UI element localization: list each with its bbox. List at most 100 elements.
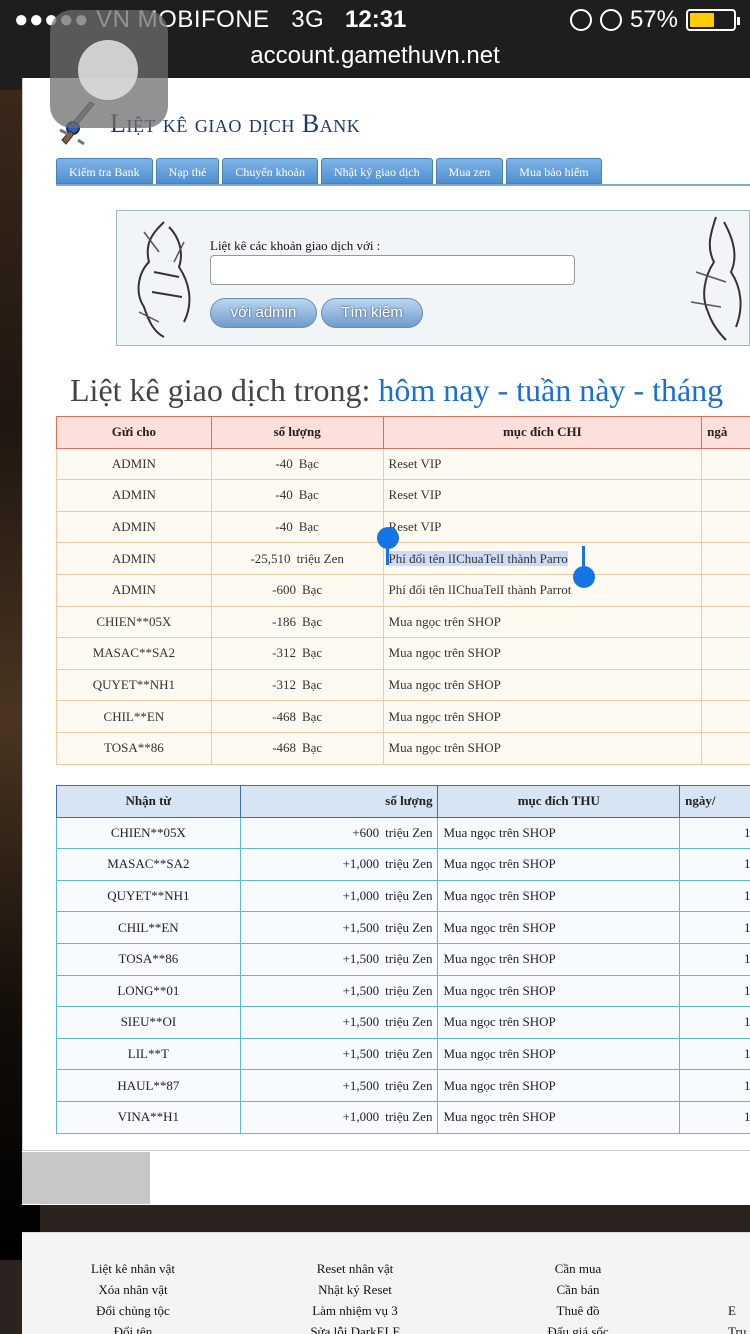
amount-unit: triệu Zen <box>385 982 433 998</box>
table-row: LONG**01 +1,500 triệu Zen Mua ngọc trên SHO… <box>56 974 750 1008</box>
recipient-link[interactable]: ADMIN <box>56 479 212 512</box>
amount-value: +1,000 <box>342 856 380 872</box>
tab-chuyen-khoan[interactable]: Chuyển khoản <box>222 158 318 184</box>
amount-value: -186 <box>272 613 296 629</box>
text-selection-end-handle[interactable] <box>573 546 595 588</box>
amount-cell: +1,000 triệu Zen <box>239 848 439 881</box>
time-cell: 13h <box>701 731 750 765</box>
amount-unit: triệu Zen <box>296 550 344 566</box>
purpose-cell: Mua ngọc trên SHOP <box>437 974 681 1008</box>
period-link-today[interactable]: hôm nay <box>378 372 489 408</box>
recipient-link[interactable]: ADMIN <box>56 447 212 481</box>
table-row: LIL**T +1,500 triệu Zen Mua ngọc trên SHOP 1… <box>56 1037 750 1071</box>
period-link-week[interactable]: tuần này <box>516 372 625 408</box>
tab-mua-zen[interactable]: Mua zen <box>435 158 504 184</box>
footer-link[interactable]: Tru <box>728 1321 750 1334</box>
sender-link[interactable]: SIEU**OI <box>56 1006 241 1039</box>
amount-value: +1,500 <box>342 1077 380 1093</box>
sender-link[interactable]: LONG**01 <box>56 974 241 1008</box>
amount-unit: Bạc <box>301 708 323 724</box>
tab-nap-the[interactable]: Nạp thẻ <box>155 158 220 184</box>
tab-mua-bao-hiem[interactable]: Mua bảo hiểm <box>506 158 602 184</box>
time-cell: 13h1 <box>679 942 750 976</box>
footer-link[interactable]: Nhật ký Reset <box>290 1279 420 1300</box>
amount-cell: -312 Bạc <box>210 637 384 670</box>
alarm-icon <box>599 9 622 31</box>
footer-link[interactable]: Liệt kê nhân vật <box>70 1258 196 1279</box>
search-input[interactable] <box>210 255 575 285</box>
assistive-touch-button[interactable] <box>50 10 168 128</box>
footer-link[interactable]: Đổi chủng tộc <box>70 1300 196 1321</box>
amount-unit: Bạc <box>298 487 319 503</box>
footer-link[interactable]: Cần mua <box>530 1258 626 1279</box>
amount-value: -468 <box>272 740 296 756</box>
recipient-link[interactable]: QUYET**NH1 <box>56 668 212 702</box>
text-selection-start-handle[interactable] <box>377 527 399 565</box>
footer-link[interactable] <box>728 1258 750 1279</box>
footer-link[interactable]: Xóa nhân vật <box>70 1279 196 1300</box>
table-row: CHIL**EN -468 Bạc Mua ngọc trên SHOP 13h <box>56 700 750 733</box>
amount-value: -312 <box>272 677 296 693</box>
sender-link[interactable]: QUYET**NH1 <box>56 879 241 913</box>
sender-link[interactable]: MASAC**SA2 <box>56 848 241 881</box>
table-row: QUYET**NH1 +1,000 triệu Zen Mua ngọc trên S… <box>56 879 750 913</box>
amount-cell: -186 Bạc <box>210 605 384 639</box>
footer-column-partial: E Tru <box>728 1258 750 1334</box>
purpose-text: Reset VIP <box>388 487 442 503</box>
recipient-link[interactable]: CHIEN**05X <box>56 605 212 639</box>
footer-link[interactable]: E <box>728 1300 750 1321</box>
purpose-text: Reset VIP <box>388 455 442 471</box>
footer-link[interactable]: Đấu giá sốc <box>530 1321 626 1334</box>
period-link-month[interactable]: tháng <box>652 372 723 408</box>
purpose-cell: Mua ngọc trên SHOP <box>437 848 681 881</box>
footer-link[interactable]: Sửa lỗi DarkELF <box>290 1321 420 1334</box>
table-row: TOSA**86 -468 Bạc Mua ngọc trên SHOP 13h <box>56 731 750 765</box>
table-row: ADMIN -40 Bạc Reset VIP7h <box>56 510 750 544</box>
amount-cell: +1,000 triệu Zen <box>239 879 439 913</box>
time-cell: 7h <box>701 510 750 544</box>
footer-link[interactable]: Reset nhân vật <box>290 1258 420 1279</box>
footer-column-reset: Reset nhân vật Nhật ký Reset Làm nhiệm v… <box>290 1258 420 1334</box>
amount-cell: -600 Bạc <box>210 573 384 607</box>
table-row: HAUL**87 +1,500 triệu Zen Mua ngọc trên SHO… <box>56 1069 750 1102</box>
purpose-cell: Mua ngọc trên SHOP <box>437 1100 681 1134</box>
recipient-link[interactable]: ADMIN <box>56 542 212 575</box>
purpose-cell: Reset VIP <box>382 447 703 481</box>
sender-link[interactable]: VINA**H1 <box>56 1100 241 1134</box>
table-row: MASAC**SA2 +1,000 triệu Zen Mua ngọc trên S… <box>56 848 750 881</box>
footer-link[interactable] <box>728 1279 750 1300</box>
sender-link[interactable]: LIL**T <box>56 1037 241 1071</box>
purpose-text: Mua ngọc trên SHOP <box>388 677 501 693</box>
table-row: QUYET**NH1 -312 Bạc Mua ngọc trên SHOP 13h <box>56 668 750 702</box>
tab-kiem-tra-bank[interactable]: Kiểm tra Bank <box>56 158 153 184</box>
recipient-link[interactable]: ADMIN <box>56 573 212 607</box>
sender-link[interactable]: HAUL**87 <box>56 1069 241 1102</box>
horizontal-scrollbar-thumb[interactable] <box>22 1152 150 1204</box>
purpose-cell: Mua ngọc trên SHOP <box>437 1006 681 1039</box>
col-header: ngày/ <box>679 785 750 818</box>
recipient-link[interactable]: TOSA**86 <box>56 731 212 765</box>
time-cell: 13h1 <box>679 911 750 944</box>
footer-link[interactable]: Làm nhiệm vụ 3 <box>290 1300 420 1321</box>
recipient-link[interactable]: MASAC**SA2 <box>56 637 212 670</box>
amount-value: +1,000 <box>342 1109 380 1125</box>
recipient-link[interactable]: CHIL**EN <box>56 700 212 733</box>
footer-link[interactable]: Thuê đồ <box>530 1300 626 1321</box>
footer-link[interactable]: Cần bán <box>530 1279 626 1300</box>
amount-cell: -468 Bạc <box>210 700 384 733</box>
table-row: CHIEN**05X +600 triệu Zen Mua ngọc trên SHO… <box>56 816 750 850</box>
recipient-link[interactable]: ADMIN <box>56 510 212 544</box>
screen: ●●●●● VN MOBIFONE 3G 12:31 57% account.g… <box>0 0 750 1334</box>
footer-link[interactable]: Đổi tên <box>70 1321 196 1334</box>
search-button[interactable]: Tìm kiếm <box>321 298 423 328</box>
amount-unit: triệu Zen <box>385 824 433 840</box>
sender-link[interactable]: CHIEN**05X <box>56 816 241 850</box>
amount-unit: triệu Zen <box>385 951 433 967</box>
clock: 12:31 <box>345 6 407 33</box>
purpose-cell: Mua ngọc trên SHOP <box>382 731 703 765</box>
battery-icon <box>686 9 740 31</box>
with-admin-button[interactable]: với admin <box>210 298 317 328</box>
sender-link[interactable]: TOSA**86 <box>56 942 241 976</box>
tab-nhat-ky-giao-dich[interactable]: Nhật ký giao dịch <box>320 158 433 184</box>
sender-link[interactable]: CHIL**EN <box>56 911 241 944</box>
